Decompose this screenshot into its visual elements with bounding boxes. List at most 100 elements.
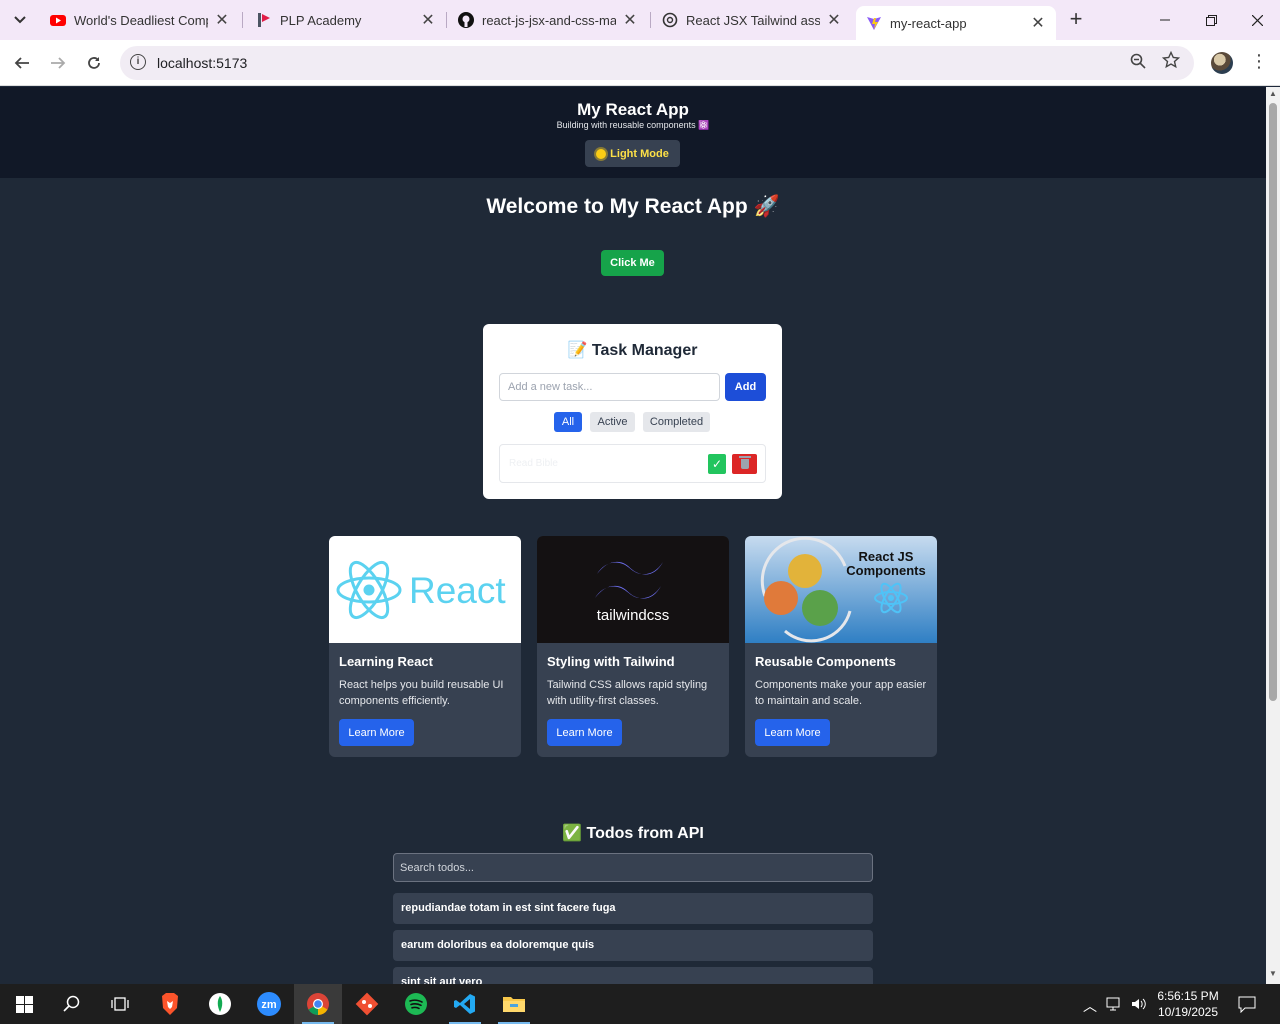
task-view-icon [111, 997, 129, 1011]
profile-avatar[interactable] [1211, 52, 1233, 74]
close-icon[interactable]: ✕ [1030, 13, 1046, 33]
tab-title: World's Deadliest Compu [74, 12, 208, 28]
reload-button[interactable] [79, 48, 109, 78]
minimize-button[interactable] [1142, 0, 1188, 40]
close-icon[interactable]: ✕ [214, 10, 230, 30]
browser-toolbar: i localhost:5173 ⋮ [0, 40, 1280, 86]
reload-icon [88, 57, 100, 69]
delete-task-button[interactable] [732, 454, 757, 474]
tab-title: my-react-app [890, 15, 967, 31]
theme-toggle-label: Light Mode [610, 147, 669, 160]
complete-task-button[interactable]: ✓ [708, 454, 726, 474]
learn-more-button[interactable]: Learn More [547, 719, 622, 746]
task-manager-card: 📝 Task Manager Add All Active Completed … [483, 324, 782, 499]
tab-title: PLP Academy [280, 12, 362, 28]
bookmark-star-icon[interactable] [1162, 51, 1180, 69]
volume-icon[interactable] [1130, 996, 1148, 1012]
network-icon[interactable] [1106, 996, 1124, 1012]
forward-button[interactable] [43, 48, 73, 78]
feature-description: Tailwind CSS allows rapid styling with u… [547, 679, 708, 707]
arrow-left-icon [14, 57, 29, 69]
tab-my-react-app[interactable]: my-react-app ✕ [856, 6, 1056, 40]
search-button[interactable] [48, 984, 96, 1024]
github-icon [458, 12, 474, 28]
click-me-button[interactable]: Click Me [601, 250, 664, 276]
file-explorer-app[interactable] [490, 984, 538, 1024]
new-tab-button[interactable]: + [1064, 8, 1088, 32]
filter-all-button[interactable]: All [554, 412, 582, 432]
site-info-icon[interactable]: i [130, 54, 146, 70]
mongodb-app[interactable] [196, 984, 244, 1024]
zoom-icon[interactable] [1130, 53, 1146, 69]
url-text[interactable]: localhost:5173 [157, 55, 247, 71]
brave-icon [162, 993, 178, 1015]
vscode-app[interactable] [441, 984, 489, 1024]
chrome-app[interactable] [294, 984, 342, 1024]
back-button[interactable] [7, 48, 37, 78]
task-view-button[interactable] [96, 984, 144, 1024]
system-clock[interactable]: 6:56:15 PM 10/19/2025 [1148, 988, 1228, 1020]
trash-icon [738, 456, 751, 469]
brave-app[interactable] [146, 984, 194, 1024]
filter-completed-button[interactable]: Completed [643, 412, 710, 432]
todos-title: ✅ Todos from API [562, 825, 704, 842]
feature-description: React helps you build reusable UI compon… [339, 679, 504, 707]
mongodb-icon [209, 993, 231, 1015]
start-button[interactable] [0, 984, 48, 1024]
close-icon[interactable]: ✕ [622, 10, 638, 30]
svg-text:Components: Components [846, 563, 925, 578]
git-app[interactable] [343, 984, 391, 1024]
tab-github[interactable]: react-js-jsx-and-css-mast ✕ [448, 0, 648, 40]
address-bar[interactable]: i localhost:5173 [120, 46, 1194, 80]
todos-section: ✅ Todos from API repudiandae totam in es… [379, 810, 887, 984]
search-icon [63, 995, 80, 1012]
scroll-up-arrow-icon[interactable]: ▲ [1269, 89, 1277, 98]
chatgpt-icon [662, 12, 678, 28]
scrollbar-thumb[interactable] [1269, 103, 1277, 701]
feature-card-react: React Learning React React helps you bui… [329, 536, 521, 757]
react-logo-image: React [329, 536, 521, 643]
tab-title: react-js-jsx-and-css-mast [482, 12, 616, 28]
windows-taskbar: zm ︿ 6:56:15 PM 10/19/2025 [0, 984, 1280, 1024]
close-icon[interactable]: ✕ [420, 10, 436, 30]
restore-button[interactable] [1188, 0, 1234, 40]
theme-toggle-button[interactable]: Light Mode [585, 140, 680, 167]
git-icon [355, 992, 379, 1016]
task-manager-title: 📝 Task Manager [567, 342, 698, 359]
tab-chatgpt[interactable]: React JSX Tailwind assign ✕ [652, 0, 852, 40]
learn-more-button[interactable]: Learn More [755, 719, 830, 746]
learn-more-button[interactable]: Learn More [339, 719, 414, 746]
feature-card-components: React JS Components Reusable Components … [745, 536, 937, 757]
notification-icon[interactable] [1238, 996, 1256, 1013]
browser-menu-icon[interactable]: ⋮ [1250, 52, 1268, 70]
app-header: My React App Building with reusable comp… [0, 87, 1266, 178]
minimize-icon [1160, 19, 1170, 21]
vite-icon [867, 17, 881, 30]
todo-search-input[interactable] [393, 853, 873, 882]
zoom-app-icon: zm [257, 992, 281, 1016]
page-scrollbar[interactable]: ▲ ▼ [1266, 87, 1280, 984]
close-icon[interactable]: ✕ [826, 10, 842, 30]
app-subtitle: Building with reusable components ⚛️ [556, 120, 710, 130]
zoom-app[interactable]: zm [245, 984, 293, 1024]
task-item: Read Bible ✓ [499, 444, 766, 483]
scroll-down-arrow-icon[interactable]: ▼ [1269, 969, 1277, 978]
tab-title: React JSX Tailwind assign [686, 12, 820, 28]
restore-icon [1205, 14, 1217, 26]
spotify-app[interactable] [392, 984, 440, 1024]
new-task-input[interactable] [499, 373, 720, 401]
svg-text:React JS: React JS [859, 549, 914, 564]
tab-youtube[interactable]: World's Deadliest Compu ✕ [40, 0, 240, 40]
sun-icon [596, 148, 607, 159]
close-window-button[interactable] [1234, 0, 1280, 40]
feature-title: Learning React [339, 654, 433, 669]
clock-date: 10/19/2025 [1157, 1005, 1219, 1019]
folder-icon [503, 997, 525, 1012]
chrome-icon [307, 993, 329, 1015]
tab-plp-academy[interactable]: PLP Academy ✕ [246, 0, 446, 40]
tailwind-logo-text: tailwindcss [597, 607, 670, 624]
filter-active-button[interactable]: Active [590, 412, 635, 432]
tray-chevron-up-icon[interactable]: ︿ [1083, 996, 1097, 1016]
tab-search-button[interactable] [6, 7, 34, 33]
add-task-button[interactable]: Add [725, 373, 766, 401]
